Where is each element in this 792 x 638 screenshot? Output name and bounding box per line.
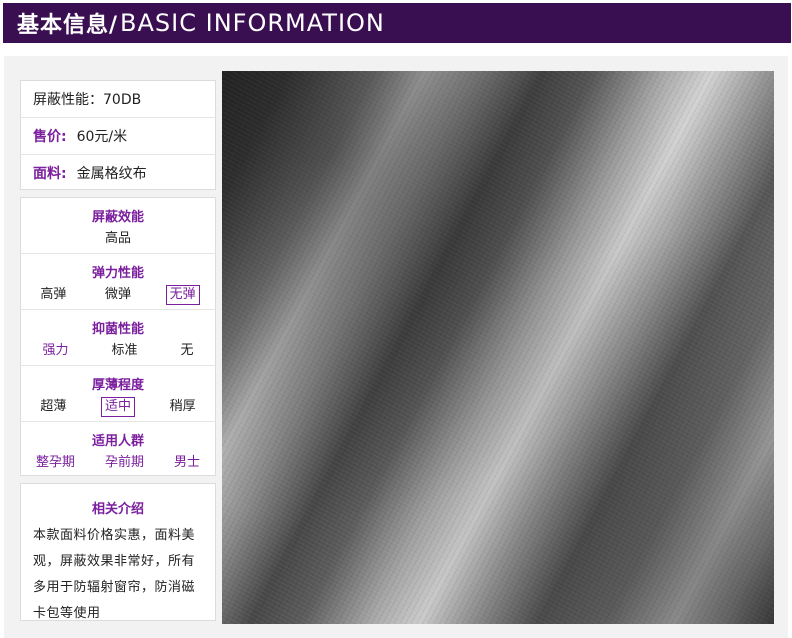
attr-option-selected: 无弹 <box>165 285 200 305</box>
attr-option: 微弹 <box>104 287 131 302</box>
attr-title: 抑菌性能 <box>91 322 144 337</box>
attr-options: 超薄 适中 稍厚 <box>21 397 215 417</box>
attr-option-selected: 适中 <box>100 397 135 417</box>
description-title: 相关介绍 <box>91 502 144 517</box>
description-box: 相关介绍 本款面料价格实惠，面料美观，屏蔽效果非常好，所有多用于防辐射窗帘，防消… <box>20 483 216 621</box>
header-title-en: BASIC INFORMATION <box>120 9 385 37</box>
attr-option-highlighted: 男士 <box>173 455 200 470</box>
attr-option-highlighted: 强力 <box>42 343 69 358</box>
attr-option: 稍厚 <box>169 399 196 414</box>
attr-option: 高弹 <box>40 287 67 302</box>
attr-option-highlighted: 孕前期 <box>104 455 144 470</box>
attributes-box: 屏蔽效能 高品 弹力性能 高弹 微弹 无弹 抑菌性能 强力 标准 无 厚薄程度 … <box>20 197 216 476</box>
price-row: 售价: 60元/米 <box>21 118 215 155</box>
attr-title: 厚薄程度 <box>91 378 144 393</box>
attr-option: 高品 <box>104 231 131 246</box>
material-label: 面料: <box>33 166 67 182</box>
attr-options: 强力 标准 无 <box>21 341 215 361</box>
attr-title: 弹力性能 <box>91 266 144 281</box>
basic-info-box: 屏蔽性能：70DB 售价: 60元/米 面料: 金属格纹布 <box>20 80 216 190</box>
attr-option-highlighted: 整孕期 <box>35 455 75 470</box>
attr-options: 整孕期 孕前期 男士 <box>21 453 215 473</box>
fabric-shading <box>222 71 774 624</box>
fabric-product-photo <box>222 71 774 624</box>
attr-option: 标准 <box>111 343 138 358</box>
attr-thickness: 厚薄程度 超薄 适中 稍厚 <box>21 366 215 422</box>
header-title-cn: 基本信息/ <box>17 13 119 38</box>
attr-option: 无 <box>180 343 194 358</box>
attr-options: 高弹 微弹 无弹 <box>21 285 215 305</box>
attr-shielding-effect: 屏蔽效能 高品 <box>21 198 215 254</box>
material-value: 金属格纹布 <box>76 166 147 182</box>
attr-suitable-people: 适用人群 整孕期 孕前期 男士 <box>21 422 215 477</box>
attr-antibacterial: 抑菌性能 强力 标准 无 <box>21 310 215 366</box>
shielding-text: 屏蔽性能：70DB <box>33 92 142 108</box>
price-label: 售价: <box>33 129 67 145</box>
attr-options: 高品 <box>21 229 215 249</box>
attr-elasticity: 弹力性能 高弹 微弹 无弹 <box>21 254 215 310</box>
material-row: 面料: 金属格纹布 <box>21 155 215 191</box>
attr-title: 适用人群 <box>91 434 144 449</box>
header-bar: 基本信息/BASIC INFORMATION <box>3 3 791 43</box>
price-value: 60元/米 <box>76 129 128 145</box>
description-text: 本款面料价格实惠，面料美观，屏蔽效果非常好，所有多用于防辐射窗帘，防消磁卡包等使… <box>33 528 196 621</box>
attr-title: 屏蔽效能 <box>91 210 144 225</box>
attr-option: 超薄 <box>40 399 67 414</box>
shielding-row: 屏蔽性能：70DB <box>21 81 215 118</box>
